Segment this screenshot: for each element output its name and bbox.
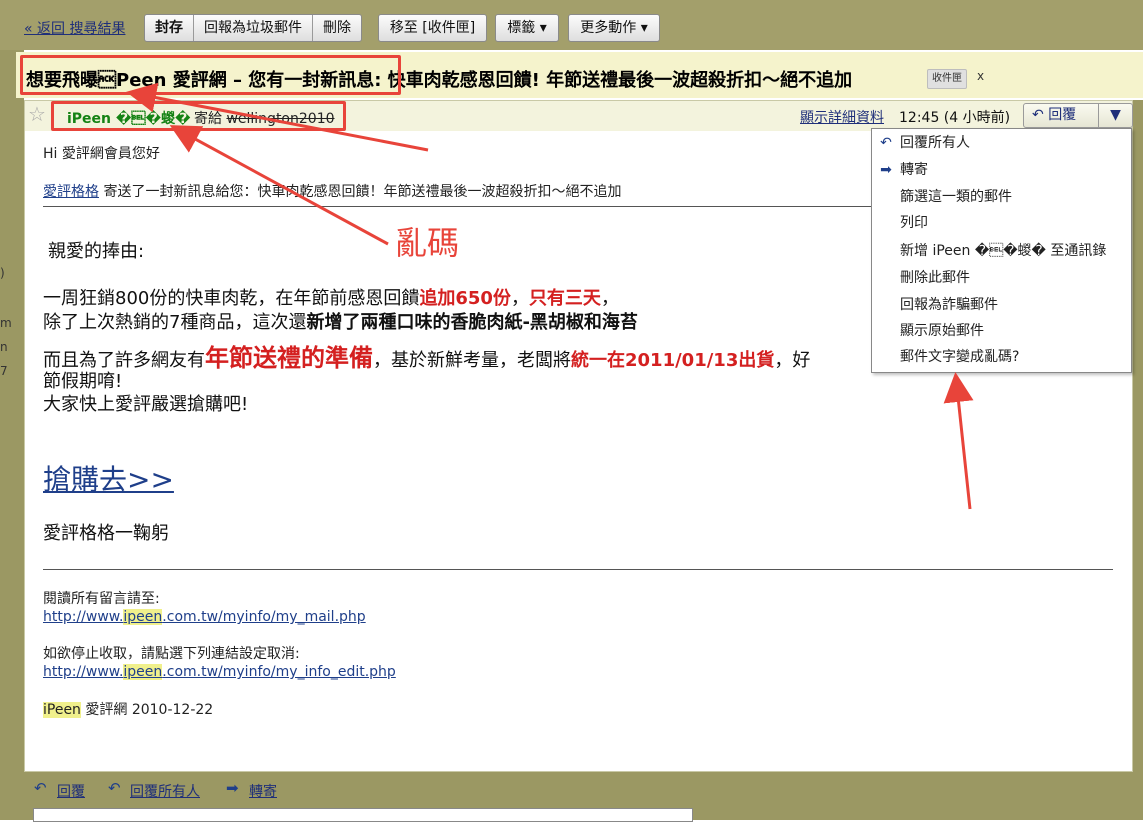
annotation-arrows: [126, 82, 974, 510]
arrow-to-sender: [169, 125, 389, 246]
arrow-to-menu: [943, 372, 974, 510]
arrow-to-subject: [126, 82, 429, 152]
